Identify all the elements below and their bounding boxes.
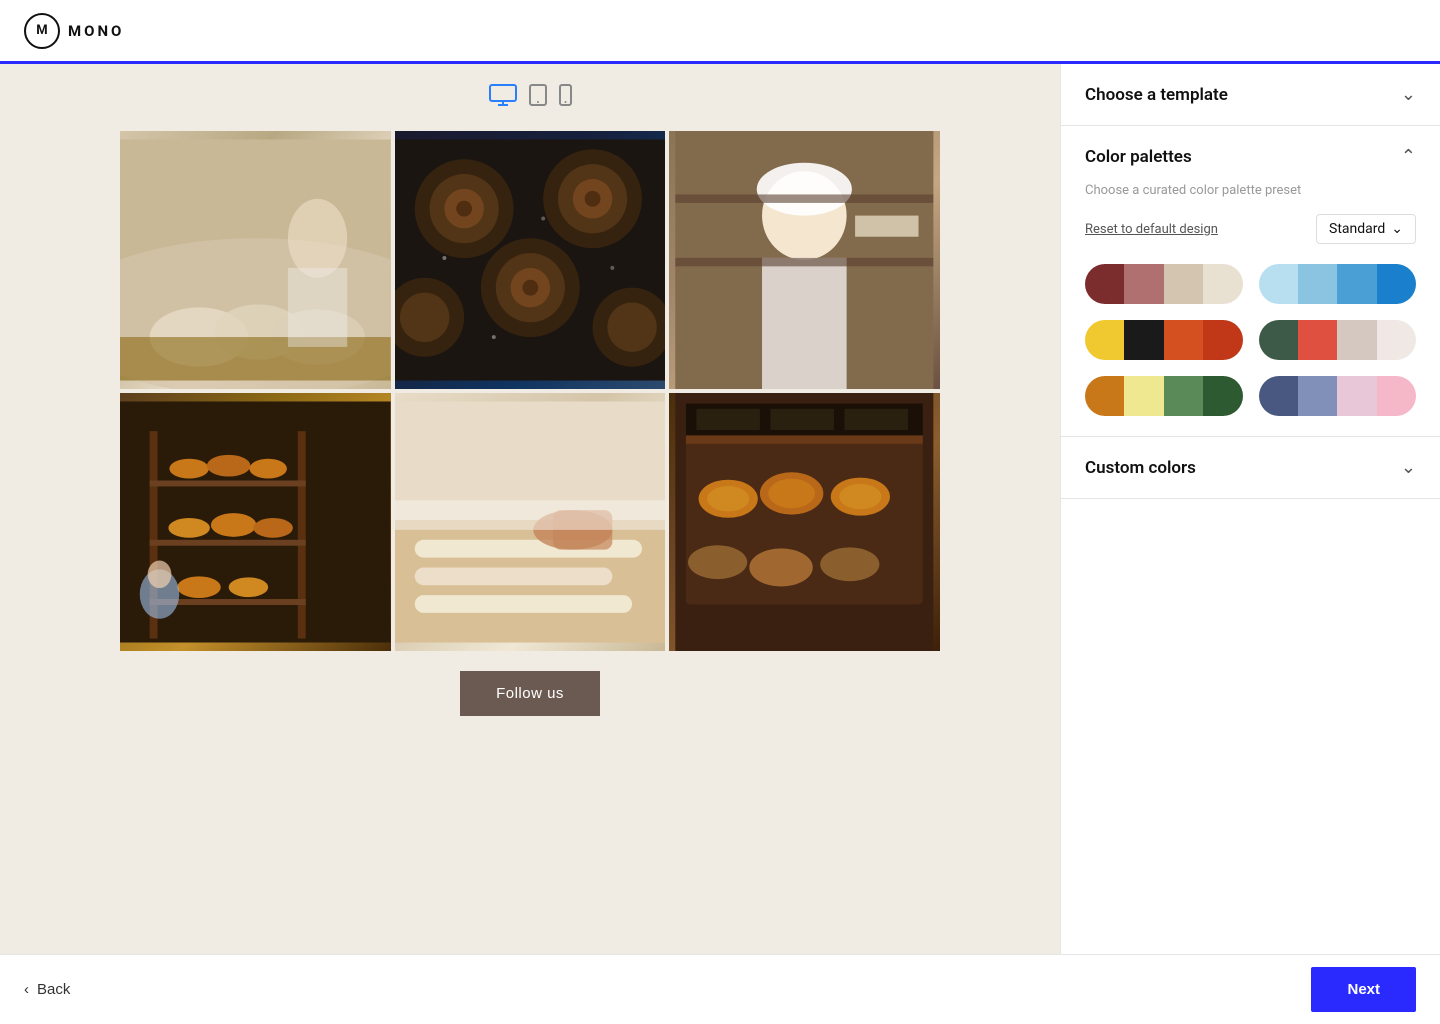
palette-swatch-1-3	[1164, 264, 1203, 304]
palette-item-6[interactable]	[1259, 376, 1417, 416]
header: M MONO	[0, 0, 1440, 64]
choose-template-header[interactable]: Choose a template ⌄	[1085, 84, 1416, 105]
logo-area: M MONO	[24, 13, 124, 49]
desktop-icon[interactable]	[489, 84, 517, 111]
palette-swatch-6-4	[1377, 376, 1416, 416]
color-palettes-section: Color palettes ⌃ Choose a curated color …	[1061, 126, 1440, 437]
palette-swatch-3-3	[1164, 320, 1203, 360]
standard-dropdown-chevron-icon: ⌄	[1391, 221, 1403, 237]
custom-colors-section: Custom colors ⌄	[1061, 437, 1440, 499]
palette-swatch-3-1	[1085, 320, 1124, 360]
back-chevron-icon: ‹	[24, 981, 29, 998]
footer-bar: ‹ Back Next	[0, 954, 1440, 1024]
custom-colors-chevron-down-icon: ⌄	[1401, 457, 1416, 478]
color-palettes-header[interactable]: Color palettes ⌃	[1085, 146, 1416, 167]
palette-swatch-5-4	[1203, 376, 1242, 416]
palette-swatch-3-4	[1203, 320, 1242, 360]
main-layout: Follow us Choose a template ⌄ Color pale…	[0, 64, 1440, 954]
logo-text: MONO	[68, 22, 124, 40]
color-palettes-chevron-up-icon: ⌃	[1401, 146, 1416, 167]
palette-swatch-1-4	[1203, 264, 1242, 304]
palette-item-1[interactable]	[1085, 264, 1243, 304]
photo-cell-1	[120, 131, 391, 389]
palette-swatch-6-1	[1259, 376, 1298, 416]
palette-item-2[interactable]	[1259, 264, 1417, 304]
preview-area: Follow us	[0, 64, 1060, 954]
palette-swatch-6-3	[1337, 376, 1376, 416]
palette-subtitle: Choose a curated color palette preset	[1085, 183, 1416, 198]
custom-colors-header[interactable]: Custom colors ⌄	[1085, 457, 1416, 478]
right-panel: Choose a template ⌄ Color palettes ⌃ Cho…	[1060, 64, 1440, 954]
palette-swatch-2-3	[1337, 264, 1376, 304]
choose-template-title: Choose a template	[1085, 85, 1228, 105]
photo-cell-5	[395, 393, 666, 651]
custom-colors-title: Custom colors	[1085, 458, 1196, 478]
palettes-grid	[1085, 264, 1416, 416]
palette-item-5[interactable]	[1085, 376, 1243, 416]
back-button[interactable]: ‹ Back	[24, 981, 70, 998]
palette-swatch-4-4	[1377, 320, 1416, 360]
follow-us-button[interactable]: Follow us	[460, 671, 600, 716]
device-icons-row	[489, 84, 572, 111]
palette-swatch-1-1	[1085, 264, 1124, 304]
palette-swatch-2-1	[1259, 264, 1298, 304]
choose-template-section: Choose a template ⌄	[1061, 64, 1440, 126]
palette-swatch-5-1	[1085, 376, 1124, 416]
color-palettes-title: Color palettes	[1085, 147, 1192, 167]
palette-swatch-4-3	[1337, 320, 1376, 360]
logo-icon: M	[24, 13, 60, 49]
palette-swatch-6-2	[1298, 376, 1337, 416]
palette-swatch-3-2	[1124, 320, 1163, 360]
photo-cell-4	[120, 393, 391, 651]
palette-swatch-2-2	[1298, 264, 1337, 304]
follow-button-area: Follow us	[460, 671, 600, 716]
choose-template-chevron-down-icon: ⌄	[1401, 84, 1416, 105]
palette-swatch-4-1	[1259, 320, 1298, 360]
photo-cell-3	[669, 131, 940, 389]
photo-grid	[120, 131, 940, 651]
photo-cell-2	[395, 131, 666, 389]
palette-swatch-5-2	[1124, 376, 1163, 416]
palette-item-3[interactable]	[1085, 320, 1243, 360]
back-button-label: Back	[37, 981, 70, 998]
reset-to-default-link[interactable]: Reset to default design	[1085, 222, 1218, 237]
mobile-icon[interactable]	[559, 84, 572, 111]
palette-controls: Reset to default design Standard ⌄	[1085, 214, 1416, 244]
palette-item-4[interactable]	[1259, 320, 1417, 360]
standard-dropdown-label: Standard	[1329, 221, 1385, 237]
next-button[interactable]: Next	[1311, 967, 1416, 1012]
palette-swatch-2-4	[1377, 264, 1416, 304]
palette-swatch-5-3	[1164, 376, 1203, 416]
palette-swatch-1-2	[1124, 264, 1163, 304]
tablet-icon[interactable]	[529, 84, 547, 111]
standard-dropdown[interactable]: Standard ⌄	[1316, 214, 1416, 244]
photo-cell-6	[669, 393, 940, 651]
palette-swatch-4-2	[1298, 320, 1337, 360]
